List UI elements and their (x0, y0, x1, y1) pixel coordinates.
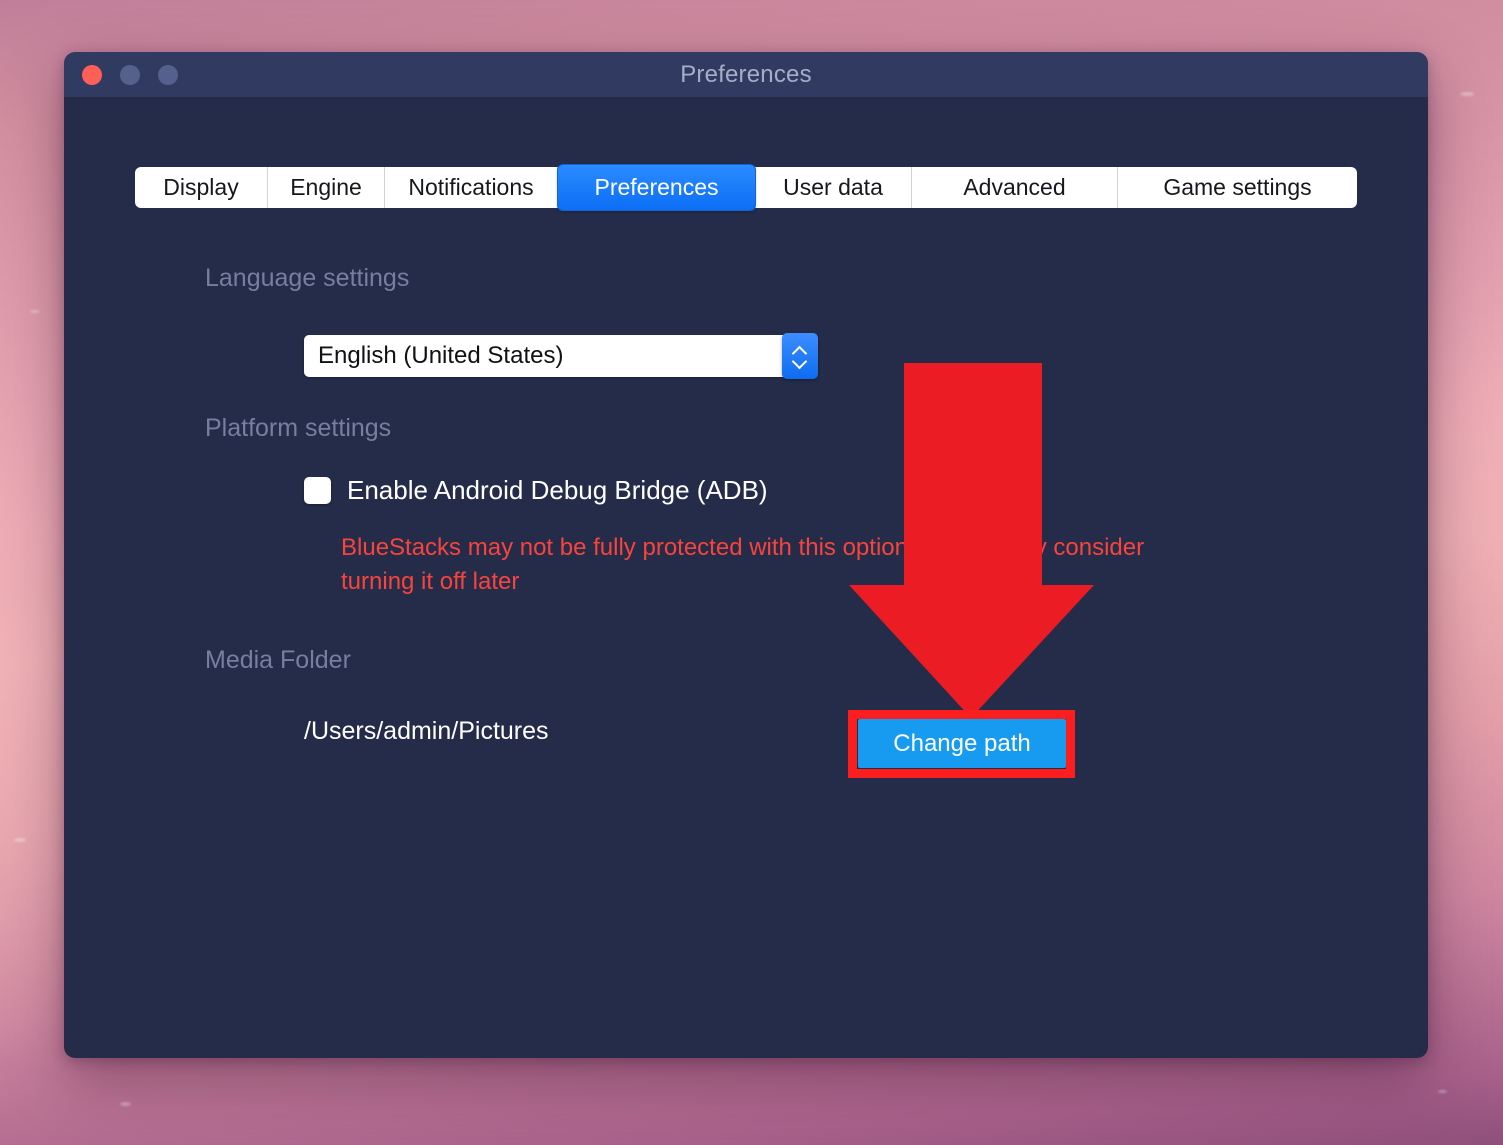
tab-notifications[interactable]: Notifications (385, 167, 558, 208)
red-down-arrow-annotation (849, 363, 1094, 718)
tab-advanced[interactable]: Advanced (912, 167, 1118, 208)
media-folder-heading: Media Folder (205, 646, 351, 674)
tab-game-settings[interactable]: Game settings (1118, 167, 1357, 208)
language-stepper-button[interactable] (782, 333, 818, 379)
window-title: Preferences (680, 60, 812, 88)
adb-checkbox[interactable] (304, 477, 331, 504)
adb-checkbox-label: Enable Android Debug Bridge (ADB) (347, 475, 768, 505)
adb-checkbox-row[interactable]: Enable Android Debug Bridge (ADB) (304, 475, 768, 506)
settings-tab-bar: Display Engine Notifications Preferences… (135, 165, 1357, 210)
change-path-button[interactable]: Change path (858, 719, 1066, 768)
maximize-button[interactable] (158, 64, 178, 85)
chevron-down-icon (793, 358, 807, 366)
traffic-lights (82, 52, 178, 97)
language-select[interactable]: English (United States) (304, 335, 794, 377)
tab-user-data[interactable]: User data (755, 167, 912, 208)
media-folder-path: /Users/admin/Pictures (304, 717, 549, 745)
minimize-button[interactable] (120, 64, 140, 85)
platform-settings-heading: Platform settings (205, 414, 392, 442)
tab-engine[interactable]: Engine (268, 167, 385, 208)
tab-preferences[interactable]: Preferences (558, 165, 755, 210)
window-titlebar: Preferences (64, 52, 1428, 97)
language-select-value: English (United States) (318, 342, 564, 369)
window-body: Display Engine Notifications Preferences… (64, 97, 1428, 1058)
close-button[interactable] (82, 64, 102, 85)
language-settings-heading: Language settings (205, 264, 410, 292)
preferences-window: Preferences Display Engine Notifications… (64, 52, 1428, 1058)
tab-display[interactable]: Display (135, 167, 268, 208)
